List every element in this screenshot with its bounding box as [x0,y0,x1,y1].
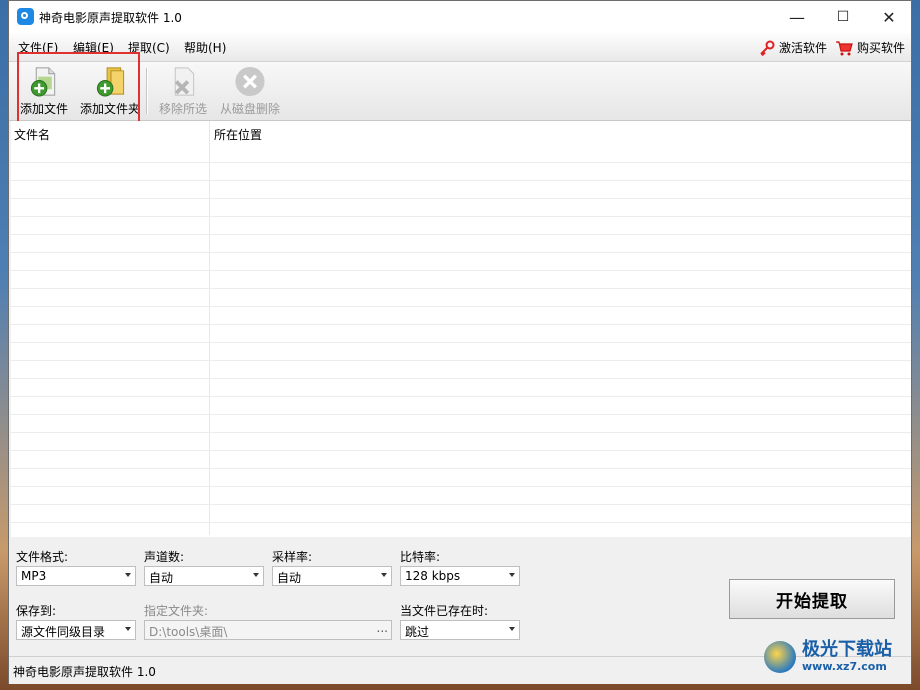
row-line [11,414,911,415]
row-line [11,468,911,469]
channels-select[interactable]: 自动 [144,566,264,586]
delete-circle-icon [235,66,265,97]
watermark: 极光下载站 www.xz7.com [764,640,892,673]
row-line [11,486,911,487]
samplerate-value: 自动 [277,571,302,585]
minimize-button[interactable]: — [774,1,820,33]
remove-file-icon [174,67,195,96]
menu-bar: 文件(F) 编辑(E) 提取(C) 帮助(H) 激活软件 购买软件 [9,33,911,62]
chevron-down-icon [381,573,387,577]
samplerate-select[interactable]: 自动 [272,566,392,586]
close-button[interactable]: ✕ [866,1,912,33]
chevron-down-icon [253,573,259,577]
buy-link[interactable]: 购买软件 [835,39,905,56]
row-line [11,252,911,253]
format-select[interactable]: MP3 [16,566,136,586]
highlight-box [17,52,140,125]
buy-label: 购买软件 [857,41,906,55]
row-line [11,342,911,343]
row-line [11,234,911,235]
remove-selected-button[interactable]: 移除所选 [157,65,209,117]
maximize-button[interactable]: ☐ [820,1,866,33]
row-line [11,306,911,307]
menu-help[interactable]: 帮助(H) [184,39,226,56]
format-value: MP3 [21,569,47,583]
exists-select[interactable]: 跳过 [400,620,520,640]
column-header-location[interactable]: 所在位置 [214,126,262,143]
file-list[interactable]: 文件名 所在位置 [11,121,911,537]
row-line [11,288,911,289]
bitrate-select[interactable]: 128 kbps [400,566,520,586]
exists-label: 当文件已存在时: [400,604,489,618]
row-line [11,450,911,451]
row-line [11,324,911,325]
row-line [11,270,911,271]
watermark-logo-icon [764,640,796,673]
bitrate-value: 128 kbps [405,569,461,583]
save-to-value: 源文件同级目录 [21,625,106,639]
column-header-filename[interactable]: 文件名 [14,126,50,143]
row-line [11,162,911,163]
row-line [11,360,911,361]
delete-from-disk-label: 从磁盘删除 [219,102,280,116]
folder-label: 指定文件夹: [144,604,209,618]
window-title: 神奇电影原声提取软件 1.0 [39,11,182,25]
cart-icon [836,40,853,55]
save-to-label: 保存到: [16,604,57,618]
row-line [11,432,911,433]
options-panel: 文件格式: MP3 声道数: 自动 采样率: 自动 比特率: 128 kbps … [9,538,911,656]
row-line [11,504,911,505]
app-icon [17,8,34,25]
watermark-url: www.xz7.com [802,660,887,673]
row-line [11,378,911,379]
delete-from-disk-button[interactable]: 从磁盘删除 [217,65,283,117]
start-extract-button[interactable]: 开始提取 [729,579,895,619]
key-icon [760,40,775,56]
chevron-down-icon [509,573,515,577]
chevron-down-icon [125,573,131,577]
folder-value: D:\tools\桌面\ [149,625,228,639]
save-to-select[interactable]: 源文件同级目录 [16,620,136,640]
bitrate-label: 比特率: [400,550,441,564]
browse-button[interactable]: ... [377,621,388,635]
toolbar: 添加文件 添加文件夹 移除所选 从磁盘删除 [9,62,911,121]
toolbar-separator [146,68,148,114]
column-separator [209,121,210,535]
remove-selected-label: 移除所选 [158,102,207,116]
title-bar: 神奇电影原声提取软件 1.0 — ☐ ✕ [9,1,911,33]
samplerate-label: 采样率: [272,550,313,564]
exists-value: 跳过 [405,625,430,639]
channels-label: 声道数: [144,550,185,564]
watermark-name: 极光下载站 [802,639,892,660]
folder-field[interactable]: D:\tools\桌面\ ... [144,620,392,640]
activate-label: 激活软件 [779,41,828,55]
row-line [11,180,911,181]
chevron-down-icon [509,627,515,631]
channels-value: 自动 [149,571,174,585]
format-label: 文件格式: [16,550,69,564]
list-header: 文件名 所在位置 [11,121,911,143]
status-text: 神奇电影原声提取软件 1.0 [13,665,156,679]
row-line [11,198,911,199]
row-line [11,396,911,397]
row-line [11,216,911,217]
chevron-down-icon [125,627,131,631]
activate-link[interactable]: 激活软件 [759,39,827,56]
row-line [11,522,911,523]
app-window: 神奇电影原声提取软件 1.0 — ☐ ✕ 文件(F) 编辑(E) 提取(C) 帮… [8,0,912,684]
